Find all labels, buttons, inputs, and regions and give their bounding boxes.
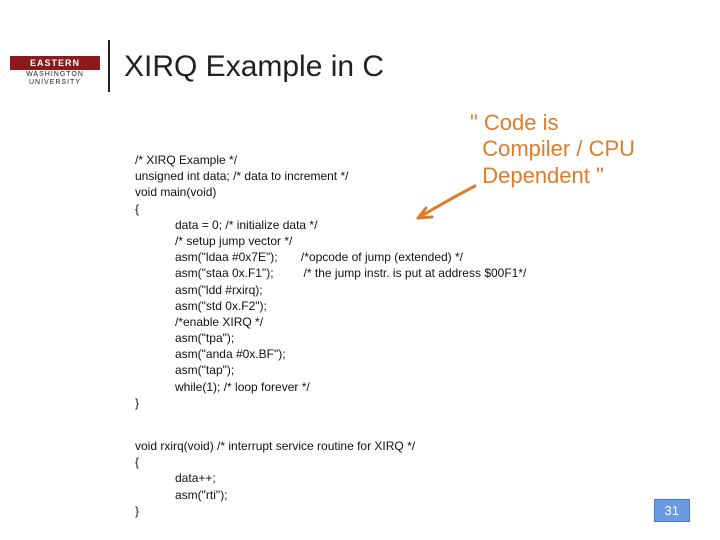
university-logo: EASTERN WASHINGTON UNIVERSITY: [10, 56, 100, 86]
logo-bottom-text-2: UNIVERSITY: [10, 78, 100, 86]
title-divider: [108, 40, 110, 92]
arrow-icon: [410, 184, 480, 224]
code-isr-function: void rxirq(void) /* interrupt service ro…: [135, 438, 415, 519]
slide-title: XIRQ Example in C: [124, 50, 384, 84]
logo-bottom-text-1: WASHINGTON: [10, 70, 100, 78]
logo-top-text: EASTERN: [10, 56, 100, 70]
handwritten-annotation: " Code is Compiler / CPU Dependent ": [470, 110, 635, 189]
page-number: 31: [654, 499, 690, 522]
